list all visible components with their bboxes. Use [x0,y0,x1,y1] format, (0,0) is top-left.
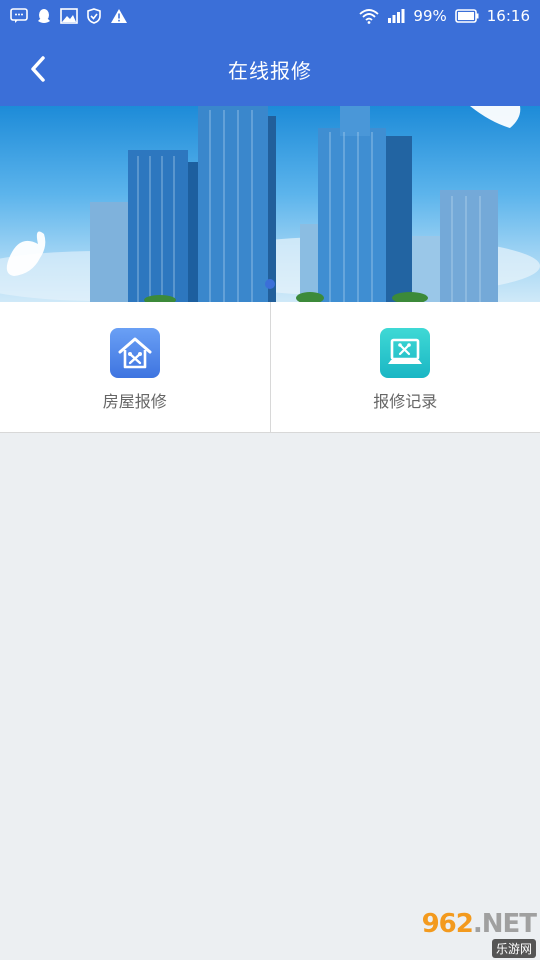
repair-record-label: 报修记录 [373,392,438,411]
signal-icon [387,8,405,24]
banner-carousel[interactable] [0,106,540,302]
status-right-icons: 99% 16:16 [359,7,530,25]
house-repair-icon [109,328,160,378]
battery-percent: 99% [413,7,447,25]
chevron-left-icon [31,56,45,82]
house-repair-label: 房屋报修 [102,392,167,411]
wifi-icon [359,8,380,24]
image-icon [60,8,78,24]
qq-icon [36,8,52,24]
repair-record-button[interactable]: 报修记录 [269,302,540,432]
banner-image [0,106,540,302]
message-icon [10,8,28,24]
page-title: 在线报修 [228,58,312,83]
status-bar: 99% 16:16 [0,0,540,32]
carousel-indicator-dot[interactable] [265,279,275,289]
battery-icon [454,9,479,23]
repair-record-icon [380,328,431,378]
shield-icon [86,8,102,24]
status-left-icons [10,8,128,24]
watermark-subtitle: 乐游网 [491,939,536,958]
watermark-number: 962 [421,909,474,939]
app-header: 在线报修 [0,32,540,106]
service-menu: 房屋报修 报修记录 [0,302,540,433]
house-repair-button[interactable]: 房屋报修 [0,302,270,432]
watermark-logo: 962.NET 乐游网 [400,909,537,958]
clock: 16:16 [486,7,530,25]
watermark-suffix: .NET [472,909,537,939]
watermark-logo-text: 962.NET [421,909,537,939]
back-button[interactable] [18,32,58,106]
warning-icon [110,8,128,24]
